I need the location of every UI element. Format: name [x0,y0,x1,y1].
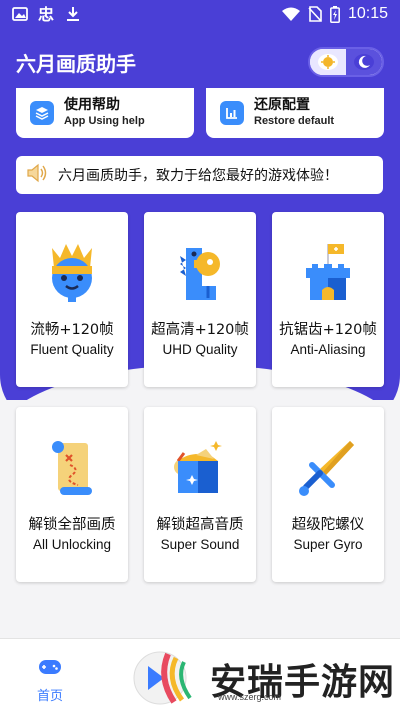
feature-grid: 流畅+120帧 Fluent Quality 超高清+120帧 UHD Qual… [16,212,384,582]
restore-card-label: 还原配置 [254,97,310,114]
moon-icon [346,49,382,75]
castle-icon [306,244,350,300]
help-card-label: 使用帮助 [64,97,120,114]
feature-label: 解锁超高音质 [156,517,244,533]
crown-face-icon [52,244,92,302]
feature-label: 解锁全部画质 [28,517,116,533]
svg-text:忠: 忠 [38,5,54,23]
feature-fluent-quality[interactable]: 流畅+120帧 Fluent Quality [16,212,128,387]
feature-super-sound[interactable]: 解锁超高音质 Super Sound [144,407,256,582]
watermark-logo-icon [130,648,200,710]
speaker-icon [26,162,50,188]
battery-icon [330,5,340,23]
nav-home-label: 首页 [36,689,63,704]
dino-icon [180,248,220,300]
app-notification-icon: 忠 [38,5,56,23]
feature-sublabel: Super Sound [160,537,240,552]
image-icon [12,6,28,22]
gamepad-icon [38,657,62,681]
feature-label: 超高清+120帧 [151,322,249,338]
scroll-icon [52,441,92,495]
help-card-sublabel: App Using help [64,114,145,127]
sun-icon [310,49,346,75]
sword-icon [299,441,354,496]
help-card[interactable]: 使用帮助 App Using help [16,88,194,138]
feature-sublabel: UHD Quality [162,342,238,357]
feature-super-gyro[interactable]: 超级陀螺仪 Super Gyro [272,407,384,582]
feature-label: 抗锯齿+120帧 [279,322,377,338]
feature-sublabel: All Unlocking [32,537,112,552]
announcement-text: 六月画质助手，致力于给您最好的游戏体验！ [58,168,338,184]
feature-sublabel: Fluent Quality [30,342,114,357]
no-sim-icon [308,6,322,22]
layers-icon [30,101,54,125]
clock: 10:15 [347,5,388,22]
restore-card[interactable]: 还原配置 Restore default [206,88,384,138]
theme-toggle[interactable] [308,47,384,77]
feature-uhd-quality[interactable]: 超高清+120帧 UHD Quality [144,212,256,387]
chest-icon [174,441,222,493]
feature-anti-aliasing[interactable]: 抗锯齿+120帧 Anti-Aliasing [272,212,384,387]
status-bar: 忠 10:15 [0,0,400,28]
chart-icon [220,101,244,125]
app-title: 六月画质助手 [16,51,136,76]
nav-home[interactable]: 首页 [26,657,74,704]
restore-card-sublabel: Restore default [254,114,335,127]
watermark-url: www.szerg.com [218,692,282,702]
quick-actions: 使用帮助 App Using help 还原配置 Restore default [16,88,384,138]
feature-all-unlocking[interactable]: 解锁全部画质 All Unlocking [16,407,128,582]
watermark: 安瑞手游网 www.szerg.com [130,648,395,710]
feature-label: 超级陀螺仪 [291,517,365,533]
feature-label: 流畅+120帧 [30,322,114,338]
feature-sublabel: Super Gyro [293,537,363,552]
title-bar: 六月画质助手 [0,40,400,84]
feature-sublabel: Anti-Aliasing [290,342,366,357]
download-icon [66,6,80,22]
wifi-icon [281,7,300,21]
announcement-bar: 六月画质助手，致力于给您最好的游戏体验！ [16,156,383,194]
